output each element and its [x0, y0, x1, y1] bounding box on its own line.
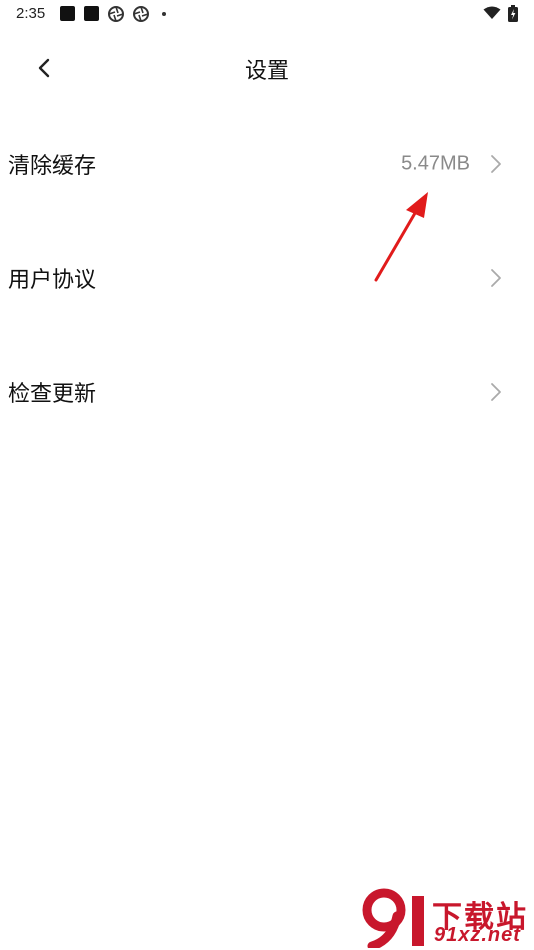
- settings-item-check-update[interactable]: 检查更新: [0, 352, 534, 432]
- aperture-icon: [133, 6, 149, 22]
- notification-square-icon: [84, 6, 99, 21]
- settings-item-label: 用户协议: [8, 268, 97, 293]
- app-header: 设置: [0, 40, 534, 96]
- settings-item-label: 清除缓存: [8, 154, 97, 179]
- dot-icon: [162, 12, 166, 16]
- notification-square-icon: [60, 6, 75, 21]
- watermark: 下载站 91xz.net: [362, 888, 532, 948]
- watermark-domain: 91xz.net: [434, 924, 521, 946]
- settings-screen: 2:35 设置 清除缓存 5.47MB 用户协议 检查更新 下载站 91xz.n…: [0, 0, 534, 950]
- watermark-logo-icon: [362, 888, 424, 948]
- cache-size-value: 5.47MB: [401, 152, 470, 175]
- settings-item-clear-cache[interactable]: 清除缓存 5.47MB: [0, 124, 534, 204]
- chevron-right-icon: [491, 155, 501, 173]
- wifi-icon: [483, 6, 501, 19]
- aperture-icon: [108, 6, 124, 22]
- status-bar: 2:35: [0, 0, 534, 28]
- battery-charging-icon: [508, 5, 518, 22]
- settings-item-label: 检查更新: [8, 382, 97, 407]
- annotation-arrow-icon: [374, 192, 428, 282]
- status-time: 2:35: [16, 5, 46, 22]
- chevron-right-icon: [491, 383, 501, 401]
- chevron-right-icon: [491, 269, 501, 287]
- page-title: 设置: [244, 59, 289, 84]
- settings-item-user-agreement[interactable]: 用户协议: [0, 238, 534, 318]
